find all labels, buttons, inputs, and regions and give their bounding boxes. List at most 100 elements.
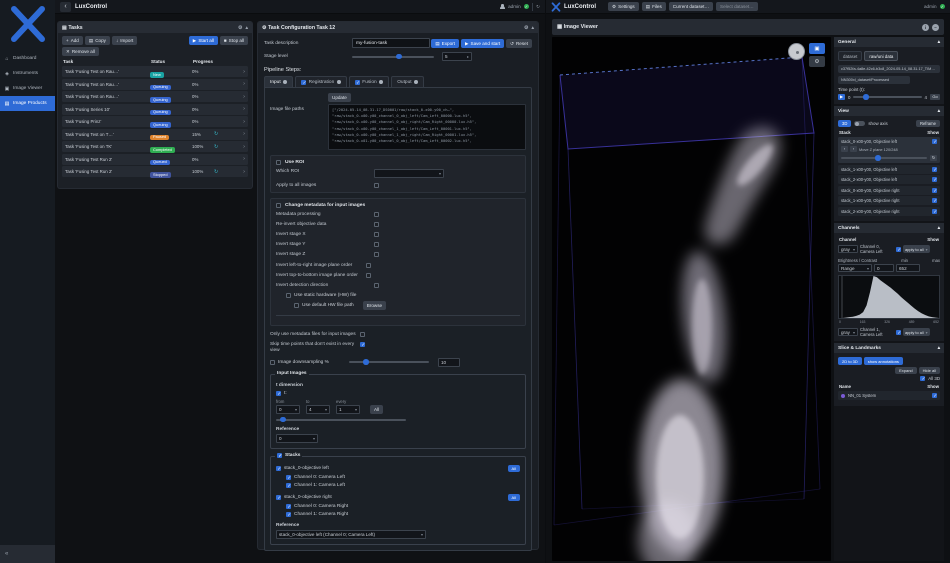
channel0-left-checkbox[interactable] xyxy=(286,475,291,480)
tab-input[interactable]: Input xyxy=(264,76,293,87)
chevron-right-icon[interactable]: › xyxy=(243,94,245,100)
downsampling-slider[interactable] xyxy=(349,361,429,363)
stop-all-button[interactable]: ■Stop all xyxy=(220,36,248,45)
collapse-icon[interactable]: ▴ xyxy=(531,25,534,31)
export-button[interactable]: ▤Export xyxy=(431,39,459,48)
range-select[interactable]: Range▾ xyxy=(838,264,872,272)
snapshot-button[interactable]: ▣ xyxy=(809,43,825,54)
show-stack-checkbox[interactable] xyxy=(932,139,937,144)
chevron-right-icon[interactable]: › xyxy=(243,106,245,112)
show-annotations-button[interactable]: show annotations xyxy=(864,357,903,365)
select-all-right-button[interactable]: All xyxy=(508,494,520,501)
sync-icon[interactable]: ↻ xyxy=(214,144,228,150)
channel0-right-checkbox[interactable] xyxy=(286,504,291,509)
which-roi-select[interactable]: ▾ xyxy=(374,169,444,178)
downsampling-input[interactable]: 10 xyxy=(438,358,460,367)
stack-row-active[interactable]: stack_0-x00-y00, Objective left ‹ › Move… xyxy=(838,137,940,163)
stage-level-slider[interactable] xyxy=(352,56,434,58)
invert-detection-checkbox[interactable] xyxy=(374,283,379,288)
stack-row[interactable]: stack_1-x00-y00, Objective left xyxy=(838,165,940,174)
save-and-start-button[interactable]: ▶Save and start xyxy=(461,39,504,48)
show-stack-checkbox[interactable] xyxy=(932,198,937,203)
2d-3d-button[interactable]: 2D to 3D xyxy=(838,357,862,365)
only-metadata-checkbox[interactable] xyxy=(360,332,365,337)
stacks-reference-select[interactable]: stack_0-objective left (Channel 0; Camer… xyxy=(276,530,426,539)
tab-raw-data[interactable]: raw/uni data xyxy=(864,51,898,61)
sidebar-item-instruments[interactable]: ◈ Instruments xyxy=(0,66,55,81)
invert-stage-y-checkbox[interactable] xyxy=(374,242,379,247)
channel1-left-checkbox[interactable] xyxy=(286,483,291,488)
apply-to-all-button[interactable]: apply to all▾ xyxy=(903,328,930,336)
fusion-checkbox[interactable] xyxy=(355,80,360,85)
channel1-color-select[interactable]: gray▾ xyxy=(838,328,858,336)
copy-task-button[interactable]: ▤Copy xyxy=(85,36,110,45)
channel1-right-checkbox[interactable] xyxy=(286,512,291,517)
gear-icon[interactable]: ⚙ xyxy=(238,25,242,31)
collapse-icon[interactable]: – xyxy=(932,24,939,31)
apply-all-images-checkbox[interactable] xyxy=(374,183,379,188)
show-stack-checkbox[interactable] xyxy=(932,177,937,182)
t-enabled-checkbox[interactable] xyxy=(276,391,281,396)
reference-select[interactable]: 0▾ xyxy=(276,434,318,443)
show-stack-checkbox[interactable] xyxy=(932,167,937,172)
timepoint-slider[interactable] xyxy=(853,96,921,98)
table-row[interactable]: Task 'Fusing Test Run 2' Stopped 100% ↻› xyxy=(62,166,248,177)
channel1-show-checkbox[interactable] xyxy=(896,330,901,335)
invert-stage-x-checkbox[interactable] xyxy=(374,232,379,237)
stack-right-checkbox[interactable] xyxy=(276,495,281,500)
channel0-show-checkbox[interactable] xyxy=(896,247,901,252)
t-every-input[interactable]: 1▾ xyxy=(336,405,360,414)
update-paths-button[interactable]: Update xyxy=(328,93,351,102)
invert-ttb-plane-checkbox[interactable] xyxy=(366,273,371,278)
reinvert-objective-checkbox[interactable] xyxy=(374,222,379,227)
tab-dataset[interactable]: dataset xyxy=(838,51,862,61)
all-timepoints-button[interactable]: All xyxy=(370,405,383,414)
tab-fusion[interactable]: Fusion xyxy=(349,76,389,87)
session-icon[interactable]: ↻ xyxy=(536,4,540,10)
downsampling-checkbox[interactable] xyxy=(270,360,275,365)
gear-icon[interactable]: ⚙ xyxy=(524,25,528,31)
show-axis-toggle[interactable] xyxy=(854,121,865,127)
dataset-id-button[interactable]: c37f52fa-4a8e-42c6-b3c8_2024-05-14_08.31… xyxy=(838,65,940,73)
sidebar-item-image-products[interactable]: ▤ Image Products xyxy=(0,96,55,111)
registration-checkbox[interactable] xyxy=(301,80,306,85)
task-description-input[interactable]: my-fusion-task xyxy=(352,38,430,48)
sync-icon[interactable]: ↻ xyxy=(214,169,228,175)
z-plane-slider[interactable] xyxy=(841,157,927,159)
import-task-button[interactable]: ↓Import xyxy=(112,36,137,45)
chevron-right-icon[interactable]: › xyxy=(243,119,245,125)
viewer-settings-button[interactable]: ⚙ xyxy=(809,56,825,67)
stage-level-input[interactable]: 5▸ xyxy=(442,52,472,61)
play-button[interactable]: ▶ xyxy=(838,94,845,100)
reset-z-icon[interactable]: ↻ xyxy=(930,155,937,161)
stack-row[interactable]: stack_2-x00-y00, Objective left xyxy=(838,175,940,184)
stack-left-checkbox[interactable] xyxy=(276,466,281,471)
default-hw-checkbox[interactable] xyxy=(294,303,299,308)
stacks-all-checkbox[interactable] xyxy=(277,453,282,458)
sidebar-item-image-viewer[interactable]: ▣ Image Viewer xyxy=(0,81,55,96)
render-canvas[interactable]: ▣ ⚙ xyxy=(552,37,831,561)
all-3d-checkbox[interactable] xyxy=(920,376,925,381)
landmark-row[interactable]: NN_01 System xyxy=(838,391,940,400)
chevron-right-icon[interactable]: › xyxy=(243,169,245,175)
change-metadata-checkbox[interactable] xyxy=(276,203,281,208)
static-hw-checkbox[interactable] xyxy=(286,293,291,298)
select-dataset-button[interactable]: Select dataset… xyxy=(716,2,758,11)
timepoint-range-slider[interactable] xyxy=(276,419,406,421)
metadata-processing-checkbox[interactable] xyxy=(374,212,379,217)
tab-registration[interactable]: Registration xyxy=(295,76,347,87)
settings-button[interactable]: ⚙Settings xyxy=(608,2,639,11)
back-button[interactable]: ‹ xyxy=(60,2,71,12)
step-forward-icon[interactable]: › xyxy=(850,146,857,152)
invert-ltr-plane-checkbox[interactable] xyxy=(366,263,371,268)
chevron-right-icon[interactable]: › xyxy=(243,131,245,137)
landmark-show-checkbox[interactable] xyxy=(932,393,937,398)
sidebar-collapse-button[interactable]: « xyxy=(0,545,55,563)
reset-button[interactable]: ↺Reset xyxy=(506,39,532,48)
start-all-button[interactable]: ▶Start all xyxy=(189,36,218,45)
image-file-paths-textarea[interactable]: ["/2024-05-14_08.31.17_DS0001/raw/stack_… xyxy=(328,104,526,150)
collapse-icon[interactable]: ▴ xyxy=(938,40,940,45)
info-icon[interactable]: i xyxy=(922,24,929,31)
skip-timepoints-checkbox[interactable] xyxy=(360,342,365,347)
add-task-button[interactable]: +Add xyxy=(62,36,83,45)
